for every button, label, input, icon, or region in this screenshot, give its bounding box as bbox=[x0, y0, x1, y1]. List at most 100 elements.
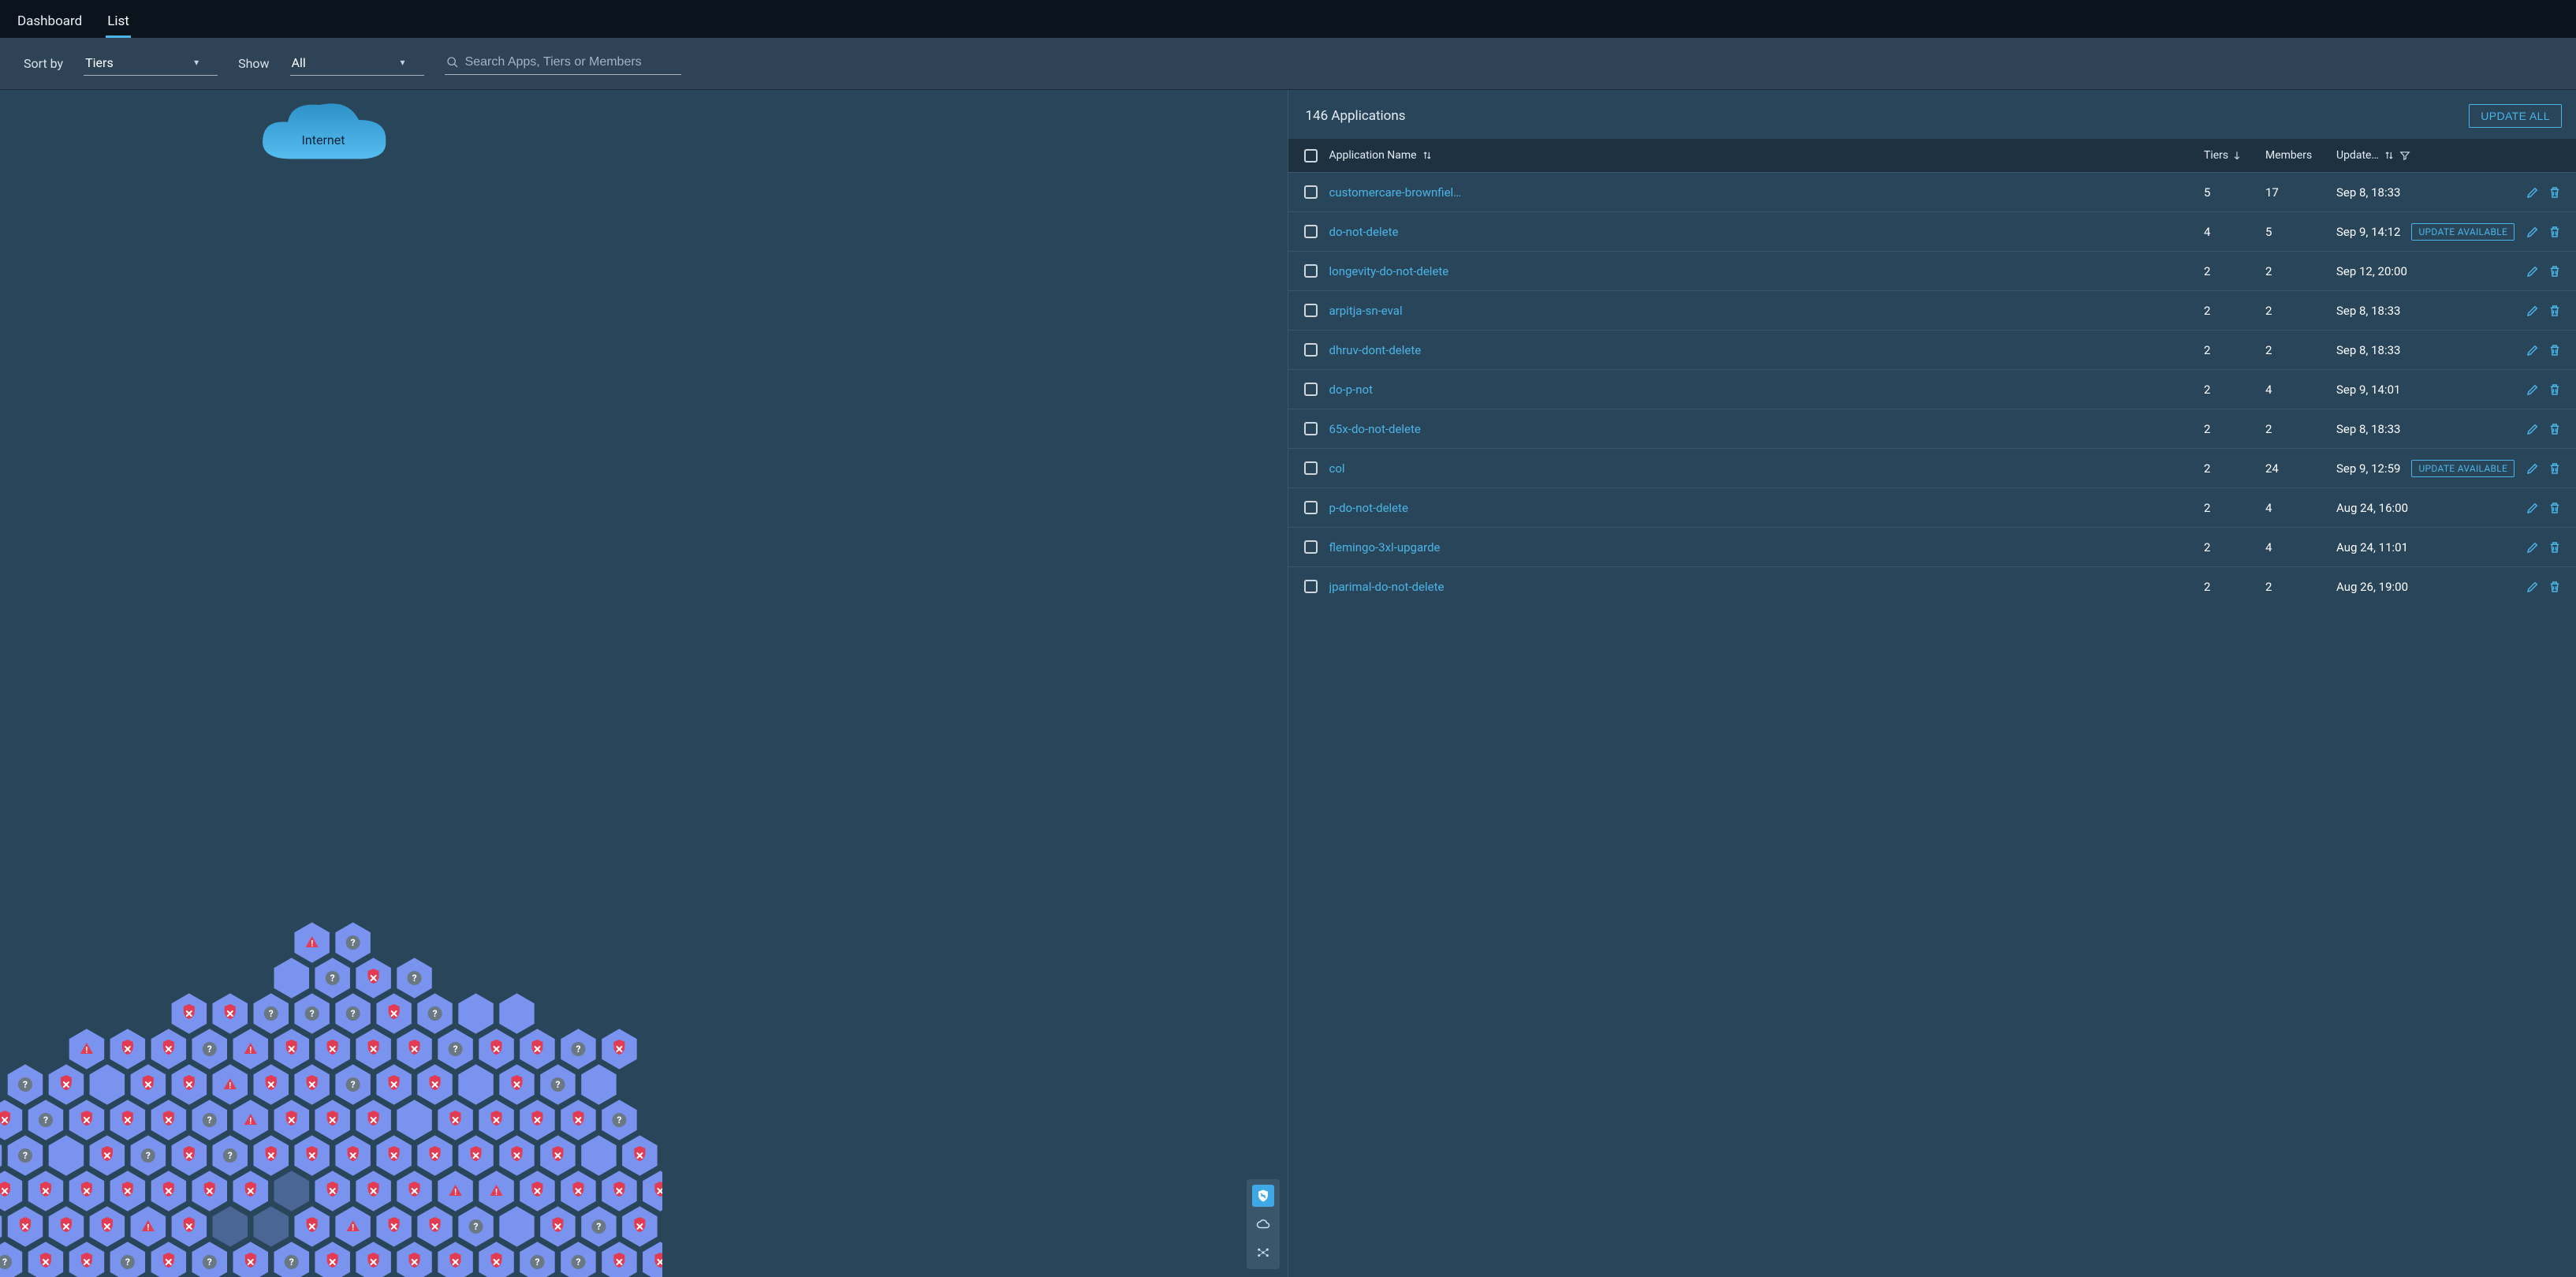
col-application-name[interactable]: Application Name bbox=[1329, 149, 2198, 162]
app-name-link[interactable]: 65x-do-not-delete bbox=[1329, 422, 1421, 436]
svg-text:!: ! bbox=[249, 1116, 252, 1126]
svg-text:?: ? bbox=[23, 1150, 28, 1161]
app-name-link[interactable]: dhruv-dont-delete bbox=[1329, 343, 1422, 357]
search-box[interactable] bbox=[445, 52, 681, 75]
chevron-down-icon: ▾ bbox=[401, 57, 405, 68]
row-checkbox[interactable] bbox=[1304, 501, 1318, 514]
edit-icon[interactable] bbox=[2526, 264, 2540, 278]
hex-node[interactable] bbox=[395, 1098, 434, 1142]
graph-tool[interactable] bbox=[1252, 1242, 1274, 1264]
update-available-badge[interactable]: UPDATE AVAILABLE bbox=[2411, 223, 2514, 241]
hex-node[interactable] bbox=[457, 991, 495, 1036]
edit-icon[interactable] bbox=[2526, 501, 2540, 515]
row-checkbox[interactable] bbox=[1304, 304, 1318, 317]
show-select[interactable]: All ▾ bbox=[290, 52, 424, 76]
delete-icon[interactable] bbox=[2548, 501, 2562, 515]
edit-icon[interactable] bbox=[2526, 185, 2540, 200]
update-all-button[interactable]: UPDATE ALL bbox=[2469, 104, 2562, 128]
app-name-link[interactable]: col bbox=[1329, 461, 1345, 476]
svg-text:!: ! bbox=[495, 1187, 498, 1197]
delete-icon[interactable] bbox=[2548, 225, 2562, 239]
hex-node[interactable] bbox=[88, 1062, 127, 1107]
hex-node[interactable] bbox=[47, 1133, 86, 1178]
row-checkbox[interactable] bbox=[1304, 225, 1318, 238]
app-name-link[interactable]: jparimal-do-not-delete bbox=[1329, 580, 1445, 594]
row-checkbox[interactable] bbox=[1304, 383, 1318, 396]
app-name-link[interactable]: arpitja-sn-eval bbox=[1329, 304, 1403, 318]
edit-icon[interactable] bbox=[2526, 225, 2540, 239]
cloud-tool[interactable] bbox=[1252, 1213, 1274, 1235]
edit-icon[interactable] bbox=[2526, 580, 2540, 594]
app-name-link[interactable]: flemingo-3xl-upgarde bbox=[1329, 540, 1441, 554]
hex-node[interactable] bbox=[273, 1169, 311, 1213]
table-row: do-not-delete45Sep 9, 14:12UPDATE AVAILA… bbox=[1288, 211, 2576, 251]
app-name-link[interactable]: do-p-not bbox=[1329, 383, 1373, 397]
row-updated: Sep 8, 18:33 bbox=[2336, 343, 2400, 357]
col-members[interactable]: Members bbox=[2265, 149, 2330, 162]
shield-tool[interactable] bbox=[1252, 1185, 1274, 1207]
row-checkbox[interactable] bbox=[1304, 580, 1318, 593]
delete-icon[interactable] bbox=[2548, 343, 2562, 357]
delete-icon[interactable] bbox=[2548, 264, 2562, 278]
svg-text:?: ? bbox=[596, 1221, 601, 1232]
edit-icon[interactable] bbox=[2526, 304, 2540, 318]
row-tiers: 2 bbox=[2204, 383, 2259, 397]
delete-icon[interactable] bbox=[2548, 540, 2562, 554]
select-all-checkbox[interactable] bbox=[1304, 149, 1318, 162]
edit-icon[interactable] bbox=[2526, 461, 2540, 476]
filter-bar: Sort by Tiers ▾ Show All ▾ bbox=[0, 38, 2576, 90]
edit-icon[interactable] bbox=[2526, 343, 2540, 357]
row-checkbox[interactable] bbox=[1304, 185, 1318, 199]
sort-by-select[interactable]: Tiers ▾ bbox=[84, 52, 218, 76]
app-name-link[interactable]: do-not-delete bbox=[1329, 225, 1399, 239]
search-icon bbox=[446, 56, 459, 69]
delete-icon[interactable] bbox=[2548, 580, 2562, 594]
edit-icon[interactable] bbox=[2526, 383, 2540, 397]
table-row: 65x-do-not-delete22Sep 8, 18:33 bbox=[1288, 409, 2576, 448]
row-checkbox[interactable] bbox=[1304, 343, 1318, 357]
topology-canvas[interactable]: Internet !???????!?!???!????!????!!?!!??… bbox=[0, 90, 1288, 1277]
row-updated: Aug 24, 16:00 bbox=[2336, 501, 2408, 515]
hex-node[interactable] bbox=[580, 1133, 618, 1178]
svg-text:?: ? bbox=[474, 1221, 479, 1232]
svg-text:?: ? bbox=[330, 973, 335, 984]
sort-icon bbox=[2384, 150, 2395, 161]
hex-grid: !???????!?!???!????!????!!?!!?????????!!… bbox=[0, 840, 662, 1277]
app-name-link[interactable]: p-do-not-delete bbox=[1329, 501, 1409, 515]
hex-node[interactable] bbox=[498, 1204, 535, 1249]
row-members: 4 bbox=[2265, 383, 2330, 397]
hex-node[interactable] bbox=[457, 1062, 495, 1107]
tab-dashboard[interactable]: Dashboard bbox=[16, 6, 84, 38]
hex-node[interactable] bbox=[273, 956, 311, 1000]
row-tiers: 5 bbox=[2204, 185, 2259, 200]
hex-node[interactable] bbox=[211, 1204, 250, 1249]
svg-text:!: ! bbox=[229, 1081, 231, 1091]
tab-list[interactable]: List bbox=[106, 6, 131, 38]
edit-icon[interactable] bbox=[2526, 422, 2540, 436]
row-tiers: 2 bbox=[2204, 580, 2259, 594]
col-updated[interactable]: Update… bbox=[2336, 149, 2510, 162]
hex-node[interactable] bbox=[498, 991, 535, 1036]
col-tiers[interactable]: Tiers bbox=[2204, 149, 2259, 162]
delete-icon[interactable] bbox=[2548, 422, 2562, 436]
app-name-link[interactable]: longevity-do-not-delete bbox=[1329, 264, 1449, 278]
row-updated: Sep 8, 18:33 bbox=[2336, 185, 2400, 200]
row-tiers: 2 bbox=[2204, 264, 2259, 278]
hex-node[interactable] bbox=[252, 1204, 291, 1249]
row-checkbox[interactable] bbox=[1304, 461, 1318, 475]
row-checkbox[interactable] bbox=[1304, 540, 1318, 554]
delete-icon[interactable] bbox=[2548, 304, 2562, 318]
svg-text:?: ? bbox=[576, 1256, 580, 1268]
delete-icon[interactable] bbox=[2548, 461, 2562, 476]
search-input[interactable] bbox=[465, 55, 680, 69]
app-name-link[interactable]: customercare-brownfiel… bbox=[1329, 185, 1462, 200]
update-available-badge[interactable]: UPDATE AVAILABLE bbox=[2411, 460, 2514, 477]
delete-icon[interactable] bbox=[2548, 383, 2562, 397]
row-checkbox[interactable] bbox=[1304, 422, 1318, 435]
row-updated: Sep 8, 18:33 bbox=[2336, 422, 2400, 436]
row-checkbox[interactable] bbox=[1304, 264, 1318, 278]
edit-icon[interactable] bbox=[2526, 540, 2540, 554]
hex-node[interactable] bbox=[580, 1062, 618, 1107]
delete-icon[interactable] bbox=[2548, 185, 2562, 200]
applications-count: 146 Applications bbox=[1306, 108, 1406, 124]
